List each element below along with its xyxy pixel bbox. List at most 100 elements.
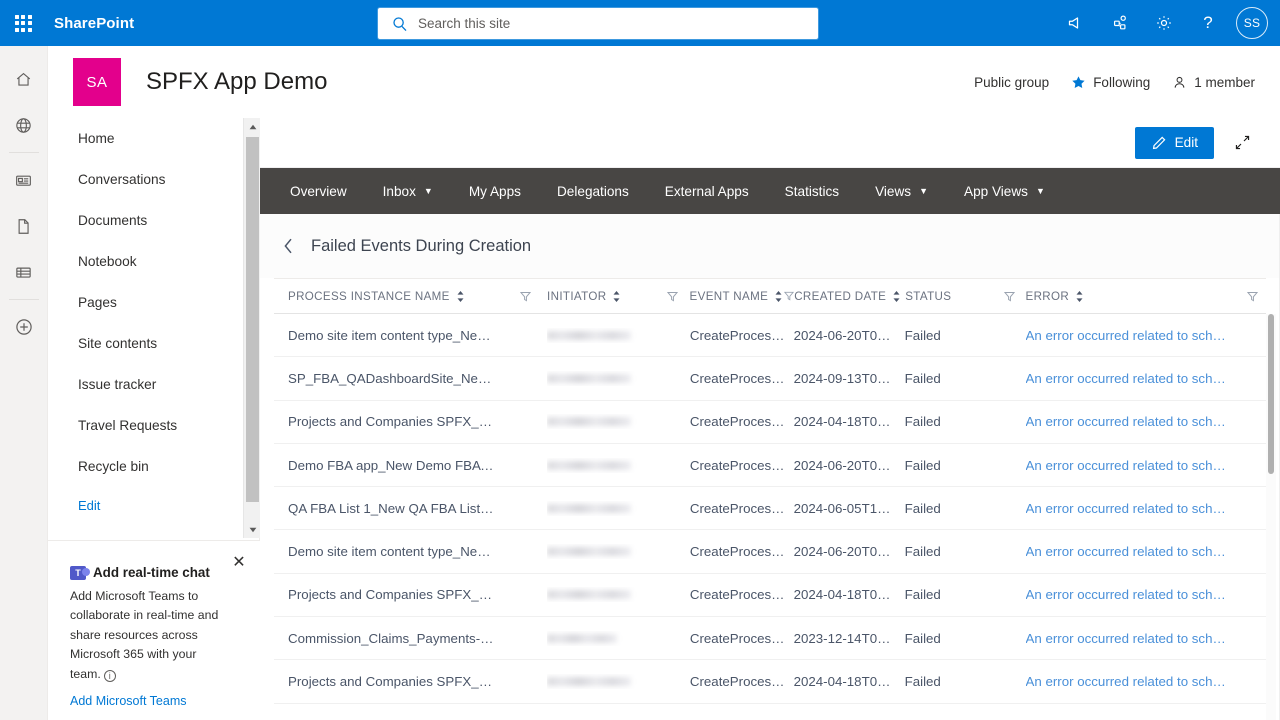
table-row[interactable]: Projects and Companies SPFX_Ne… CreatePr… [274, 660, 1266, 704]
lists-icon[interactable] [0, 249, 48, 295]
sidebar-item-recycle-bin[interactable]: Recycle bin [48, 446, 238, 487]
promo-title-row: T Add real-time chat [70, 565, 242, 580]
sidebar-item-conversations[interactable]: Conversations [48, 159, 238, 200]
app-launcher-icon[interactable] [0, 0, 46, 46]
gear-icon[interactable] [1142, 0, 1186, 46]
edit-button[interactable]: Edit [1134, 126, 1214, 159]
tab-delegations[interactable]: Delegations [539, 168, 647, 214]
cell-process-name: Projects and Companies SPFX_Ne… [288, 414, 504, 430]
page-title[interactable]: SPFX App Demo [146, 68, 327, 96]
scroll-up-arrow[interactable] [244, 118, 261, 135]
table-row[interactable]: Projects and Companies SPFX_Ne… CreatePr… [274, 401, 1266, 444]
tab-app-views[interactable]: App Views ▼ [946, 168, 1063, 214]
cell-process-name: Commission_Claims_Payments-20… [288, 630, 504, 646]
create-icon[interactable] [0, 304, 48, 350]
cell-error-link[interactable]: An error occurred related to schem… [1026, 587, 1238, 602]
following-button[interactable]: Following [1071, 75, 1150, 90]
cell-error-link[interactable]: An error occurred related to schem… [1026, 414, 1238, 429]
sidebar-item-home[interactable]: Home [48, 118, 238, 159]
sort-icon-event[interactable] [774, 290, 783, 303]
sidebar-scrollbar[interactable] [243, 118, 260, 538]
search-input[interactable] [418, 9, 818, 38]
scroll-down-arrow[interactable] [244, 521, 261, 538]
tab-inbox[interactable]: Inbox ▼ [365, 168, 451, 214]
cell-status: Failed [904, 630, 941, 646]
teams-promo-panel: ✕ T Add real-time chat Add Microsoft Tea… [48, 540, 260, 720]
filter-icon-status[interactable] [994, 278, 1025, 314]
document-icon[interactable] [0, 203, 48, 249]
table-row[interactable]: QA FBA List 1_New QA FBA List1-2… Create… [274, 487, 1266, 531]
tab-overview-label: Overview [290, 183, 347, 199]
filter-icon-event[interactable] [784, 291, 795, 301]
add-microsoft-teams-link[interactable]: Add Microsoft Teams [70, 694, 186, 708]
col-status-label: STATUS [905, 289, 952, 303]
sidebar-item-site-contents[interactable]: Site contents [48, 323, 238, 364]
full-screen-icon[interactable] [1226, 127, 1258, 159]
cell-status: Failed [904, 587, 941, 603]
tab-statistics[interactable]: Statistics [767, 168, 857, 214]
teams-share-icon[interactable] [1098, 0, 1142, 46]
table-row[interactable]: Demo FBA app_New Demo FBA lis… CreatePro… [274, 444, 1266, 488]
sidebar-edit-link[interactable]: Edit [48, 487, 238, 523]
filter-icon-name[interactable] [504, 278, 547, 314]
tab-views[interactable]: Views ▼ [857, 168, 946, 214]
tab-external-apps[interactable]: External Apps [647, 168, 767, 214]
table-row[interactable]: Commission_Claims_Payments-20… CreatePro… [274, 617, 1266, 661]
sidebar-scroll-thumb[interactable] [246, 137, 259, 502]
table-scrollbar[interactable] [1266, 314, 1276, 720]
table-scroll-thumb[interactable] [1268, 314, 1274, 474]
sidebar-item-travel-requests[interactable]: Travel Requests [48, 405, 238, 446]
sidebar-item-notebook[interactable]: Notebook [48, 241, 238, 282]
news-icon[interactable] [0, 157, 48, 203]
sort-icon-name[interactable] [456, 290, 465, 303]
avatar[interactable]: SS [1236, 7, 1268, 39]
column-header-process-instance-name[interactable]: PROCESS INSTANCE NAME [274, 278, 504, 314]
cell-event-name: CreateProces… [689, 500, 785, 516]
teams-icon: T [70, 565, 90, 580]
sidebar-item-issue-tracker[interactable]: Issue tracker [48, 364, 238, 405]
cell-initiator [546, 501, 656, 516]
cell-error-link[interactable]: An error occurred related to schem… [1026, 458, 1238, 473]
suite-bar: SharePoint ? [0, 0, 1280, 46]
filter-icon-initiator[interactable] [656, 278, 689, 314]
back-icon[interactable] [282, 237, 295, 255]
sharepoint-brand[interactable]: SharePoint [54, 15, 134, 32]
sort-icon-date[interactable] [892, 290, 901, 303]
column-header-event-name[interactable]: EVENT NAME [690, 278, 795, 314]
tab-my-apps[interactable]: My Apps [451, 168, 539, 214]
redacted-value [546, 633, 617, 643]
cell-error-link[interactable]: An error occurred related to schem… [1026, 544, 1238, 559]
table-row[interactable]: Projects and Companies SPFX_Ne… CreatePr… [274, 574, 1266, 618]
sort-icon-initiator[interactable] [612, 290, 621, 303]
col-name-label: PROCESS INSTANCE NAME [288, 289, 450, 303]
help-glyph: ? [1203, 13, 1213, 32]
close-icon[interactable]: ✕ [228, 551, 250, 573]
sidebar-item-documents[interactable]: Documents [48, 200, 238, 241]
table-row[interactable]: Demo site item content type_New … Create… [274, 530, 1266, 574]
help-icon[interactable]: ? [1186, 0, 1230, 46]
col-initiator-label: INITIATOR [547, 289, 607, 303]
cell-error-link[interactable]: An error occurred related to schem… [1026, 501, 1238, 516]
members-button[interactable]: 1 member [1172, 75, 1255, 90]
cell-status: Failed [904, 327, 941, 343]
column-header-error[interactable]: ERROR [1025, 278, 1238, 314]
sidebar-item-pages[interactable]: Pages [48, 282, 238, 323]
column-header-created-date[interactable]: CREATED DATE [794, 278, 905, 314]
column-header-initiator[interactable]: INITIATOR [547, 278, 656, 314]
tab-overview[interactable]: Overview [272, 168, 365, 214]
globe-icon[interactable] [0, 102, 48, 148]
rail-divider [8, 152, 39, 153]
cell-error-link[interactable]: An error occurred related to schem… [1026, 631, 1238, 646]
column-header-status[interactable]: STATUS [905, 278, 994, 314]
home-icon[interactable] [0, 56, 48, 102]
table-row[interactable]: Demo site item content type_New … Create… [274, 314, 1266, 358]
cell-error-link[interactable]: An error occurred related to schem… [1026, 328, 1238, 343]
info-icon[interactable]: i [103, 669, 116, 682]
search-box[interactable] [378, 8, 818, 39]
cell-error-link[interactable]: An error occurred related to schem… [1026, 371, 1238, 386]
megaphone-icon[interactable] [1054, 0, 1098, 46]
cell-error-link[interactable]: An error occurred related to schem… [1026, 674, 1238, 689]
table-row[interactable]: SP_FBA_QADashboardSite_New F… CreateProc… [274, 357, 1266, 401]
filter-icon-error[interactable] [1238, 278, 1266, 314]
sort-icon-error[interactable] [1075, 290, 1084, 303]
